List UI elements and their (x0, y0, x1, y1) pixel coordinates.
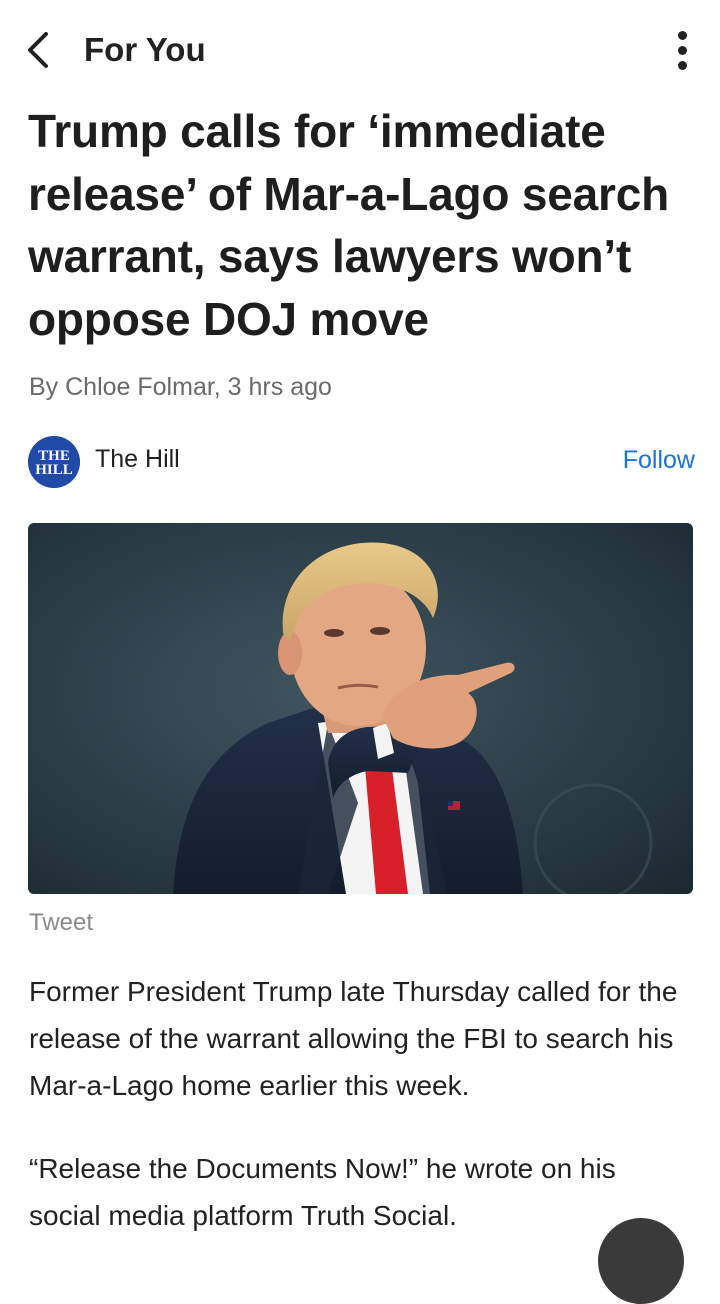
hero-photo (28, 523, 693, 894)
article-hero-image[interactable] (28, 523, 693, 894)
svg-text:HILL: HILL (35, 462, 73, 478)
article-headline: Trump calls for ‘immediate release’ of M… (28, 105, 670, 345)
source-name[interactable]: The Hill (95, 444, 180, 474)
image-caption: Tweet (29, 909, 94, 936)
chevron-left-icon (28, 32, 48, 68)
back-button[interactable] (18, 28, 58, 72)
source-row: THE HILL The Hill Follow (0, 432, 720, 492)
floating-action-button[interactable] (598, 1218, 684, 1304)
top-bar: For You (0, 0, 720, 100)
more-vertical-icon (677, 30, 687, 40)
the-hill-logo-icon: THE HILL (28, 436, 80, 488)
article-byline: By Chloe Folmar, 3 hrs ago (29, 373, 332, 401)
the-hill-logo[interactable]: THE HILL (28, 436, 80, 488)
article-paragraph: “Release the Documents Now!” he wrote on… (29, 1153, 616, 1231)
follow-button[interactable]: Follow (600, 444, 695, 476)
more-options-button[interactable] (662, 26, 702, 74)
topbar-title: For You (84, 31, 206, 68)
article-paragraph: Former President Trump late Thursday cal… (29, 976, 678, 1101)
